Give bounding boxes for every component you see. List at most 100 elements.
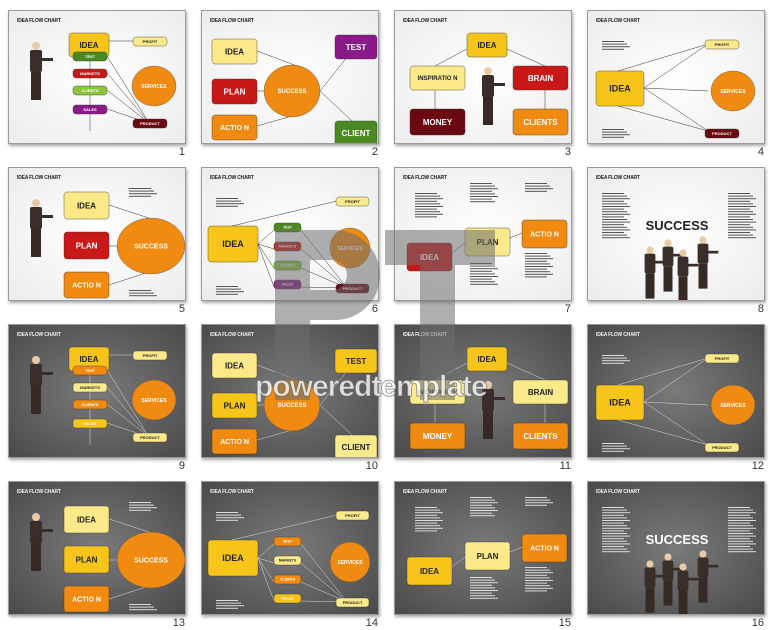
slide-number: 1 bbox=[178, 146, 185, 158]
connector-line bbox=[509, 232, 523, 239]
success-heading: SUCCESS bbox=[646, 532, 709, 547]
svg-text:ACTIO N: ACTIO N bbox=[220, 439, 249, 446]
slide-number: 5 bbox=[178, 303, 185, 315]
svg-text:PRODUCT: PRODUCT bbox=[140, 435, 160, 440]
svg-text:TEST: TEST bbox=[85, 368, 96, 373]
slide-thumbnail[interactable]: IDEA PLAN ACTIO N IDEA FLOW CHART 7 bbox=[389, 159, 572, 315]
flow-node: SALES bbox=[72, 418, 108, 429]
slide-thumbnail[interactable]: IDEA TEST MARKETS CLIENTS SALES PROFIT SERVICE… bbox=[196, 473, 379, 629]
svg-text:SUCCESS: SUCCESS bbox=[134, 243, 168, 250]
slide-thumbnail[interactable]: IDEA TEST MARKETS CLIENTS SALES PROFIT SERVICE… bbox=[3, 316, 186, 472]
slide-preview[interactable]: IDEA PLAN ACTIO N SUCCESS TEST CLIENT IDEA FLO… bbox=[201, 324, 379, 458]
svg-text:IDEA: IDEA bbox=[77, 515, 96, 524]
slide-preview[interactable]: IDEA PLAN ACTIO N IDEA FLOW CHART bbox=[394, 481, 572, 615]
flow-node: INSPIRATIO N bbox=[409, 379, 466, 405]
slide-preview[interactable]: IDEA PROFIT SERVICES PRODUCT IDEA FLOW CHART bbox=[587, 324, 765, 458]
slide-preview[interactable]: IDEA PLAN ACTIO N SUCCESS TEST CLIENT IDEA FLO… bbox=[201, 10, 379, 144]
connector-line bbox=[108, 518, 150, 533]
slide-thumbnail[interactable]: IDEA INSPIRATIO N BRAIN MONEY CLIENTS IDEA FL… bbox=[389, 316, 572, 472]
flow-ellipse: SERVICES bbox=[710, 384, 756, 426]
slide-preview[interactable]: IDEA TEST MARKETS CLIENTS SALES PROFIT SERVICE… bbox=[8, 324, 186, 458]
connector-line bbox=[257, 557, 275, 564]
slide-thumbnail[interactable]: SUCCESS IDEA FLOW CHART 16 bbox=[582, 473, 765, 629]
slide-thumbnail[interactable]: IDEA PLAN ACTIO N SUCCESS IDEA FLOW CHART 5 bbox=[3, 159, 186, 315]
svg-text:MONEY: MONEY bbox=[423, 118, 453, 127]
connector-line bbox=[509, 546, 523, 553]
slide-thumbnail[interactable]: IDEA TEST MARKETS CLIENTS SALES PROFIT SERVICE… bbox=[3, 2, 186, 158]
slide-title: IDEA FLOW CHART bbox=[210, 332, 254, 338]
flow-node: IDEA bbox=[211, 352, 258, 379]
slide-preview[interactable]: IDEA PROFIT SERVICES PRODUCT IDEA FLOW CHART bbox=[587, 10, 765, 144]
svg-text:SALES: SALES bbox=[282, 597, 294, 601]
businessman-figure bbox=[30, 42, 53, 100]
flow-node: PLAN bbox=[464, 541, 511, 571]
slide-title: IDEA FLOW CHART bbox=[403, 175, 447, 181]
svg-text:TEST: TEST bbox=[283, 540, 293, 544]
slide-thumbnail[interactable]: IDEA PLAN ACTIO N IDEA FLOW CHART 15 bbox=[389, 473, 572, 629]
slide-title: IDEA FLOW CHART bbox=[17, 332, 61, 338]
slide-thumbnail[interactable]: IDEA INSPIRATIO N BRAIN MONEY CLIENTS IDEA FL… bbox=[389, 2, 572, 158]
slide-thumbnail[interactable]: SUCCESS IDEA FLOW CHART 8 bbox=[582, 159, 765, 315]
flow-node: MARKETS bbox=[273, 555, 302, 566]
flow-node: IDEA bbox=[406, 242, 453, 272]
slide-title: IDEA FLOW CHART bbox=[17, 175, 61, 181]
svg-text:TEST: TEST bbox=[85, 54, 96, 59]
slide-thumbnail[interactable]: IDEA PLAN ACTIO N SUCCESS IDEA FLOW CHART 13 bbox=[3, 473, 186, 629]
flow-node: SALES bbox=[273, 279, 302, 290]
flow-node: PRODUCT bbox=[132, 118, 168, 129]
slide-number: 7 bbox=[564, 303, 571, 315]
svg-text:PROFIT: PROFIT bbox=[345, 513, 360, 518]
svg-text:PROFIT: PROFIT bbox=[345, 199, 360, 204]
slide-preview[interactable]: IDEA TEST MARKETS CLIENTS SALES PROFIT SERVICE… bbox=[8, 10, 186, 144]
slide-preview[interactable]: SUCCESS IDEA FLOW CHART bbox=[587, 481, 765, 615]
slide-number: 11 bbox=[559, 460, 571, 472]
connector-line bbox=[434, 48, 468, 67]
slide-title: IDEA FLOW CHART bbox=[210, 489, 254, 495]
svg-text:BRAIN: BRAIN bbox=[528, 388, 554, 397]
svg-text:CLIENT: CLIENT bbox=[342, 129, 371, 138]
slide-thumbnail[interactable]: IDEA PLAN ACTIO N SUCCESS TEST CLIENT IDEA FLO… bbox=[196, 2, 379, 158]
flow-node: CLIENT bbox=[334, 120, 378, 143]
slide-preview[interactable]: SUCCESS IDEA FLOW CHART bbox=[587, 167, 765, 301]
slide-preview[interactable]: IDEA PLAN ACTIO N IDEA FLOW CHART bbox=[394, 167, 572, 301]
slide-number: 6 bbox=[371, 303, 378, 315]
slide-preview[interactable]: IDEA INSPIRATIO N BRAIN MONEY CLIENTS IDEA FL… bbox=[394, 324, 572, 458]
slide-thumbnail[interactable]: IDEA PROFIT SERVICES PRODUCT IDEA FLOW CHART… bbox=[582, 316, 765, 472]
flow-node: MARKETS bbox=[273, 241, 302, 252]
slide-preview[interactable]: IDEA PLAN ACTIO N SUCCESS IDEA FLOW CHART bbox=[8, 481, 186, 615]
connector-line bbox=[643, 43, 709, 89]
svg-text:SALES: SALES bbox=[83, 421, 97, 426]
slide-number: 13 bbox=[172, 617, 185, 629]
flow-node: IDEA bbox=[466, 32, 508, 58]
svg-text:IDEA: IDEA bbox=[420, 253, 439, 262]
svg-text:SUCCESS: SUCCESS bbox=[277, 403, 306, 409]
slide-preview[interactable]: IDEA TEST MARKETS CLIENTS SALES PROFIT SERVICE… bbox=[201, 167, 379, 301]
flow-ellipse: SUCCESS bbox=[263, 64, 321, 118]
svg-text:PLAN: PLAN bbox=[76, 555, 98, 564]
flow-node: IDEA bbox=[595, 384, 645, 421]
flow-node: SALES bbox=[273, 593, 302, 604]
svg-text:IDEA: IDEA bbox=[79, 355, 98, 364]
flow-node: PRODUCT bbox=[132, 432, 168, 443]
svg-text:ACTIO N: ACTIO N bbox=[530, 545, 559, 552]
slide-preview[interactable]: IDEA INSPIRATIO N BRAIN MONEY CLIENTS IDEA FL… bbox=[394, 10, 572, 144]
svg-text:CLIENTS: CLIENTS bbox=[280, 578, 296, 582]
svg-text:IDEA: IDEA bbox=[609, 398, 631, 408]
slide-preview[interactable]: IDEA TEST MARKETS CLIENTS SALES PROFIT SERVICE… bbox=[201, 481, 379, 615]
slide-thumbnail[interactable]: IDEA TEST MARKETS CLIENTS SALES PROFIT SERVICE… bbox=[196, 159, 379, 315]
svg-text:IDEA: IDEA bbox=[420, 567, 439, 576]
slide-preview[interactable]: IDEA PLAN ACTIO N SUCCESS IDEA FLOW CHART bbox=[8, 167, 186, 301]
connector-line bbox=[257, 557, 275, 602]
svg-text:MONEY: MONEY bbox=[423, 432, 453, 441]
flow-ellipse: SERVICES bbox=[131, 65, 177, 107]
slide-number: 4 bbox=[757, 146, 764, 158]
connector-line bbox=[451, 242, 466, 254]
svg-text:ACTIO N: ACTIO N bbox=[72, 596, 101, 603]
slide-thumbnail[interactable]: IDEA PLAN ACTIO N SUCCESS TEST CLIENT IDEA FLO… bbox=[196, 316, 379, 472]
slide-thumbnail[interactable]: IDEA PROFIT SERVICES PRODUCT IDEA FLOW CHART… bbox=[582, 2, 765, 158]
connector-line bbox=[643, 87, 709, 92]
connector-line bbox=[434, 362, 468, 381]
flow-node: CLIENT bbox=[334, 434, 378, 457]
slide-title: IDEA FLOW CHART bbox=[17, 489, 61, 495]
flow-node: ACTIO N bbox=[521, 533, 568, 563]
